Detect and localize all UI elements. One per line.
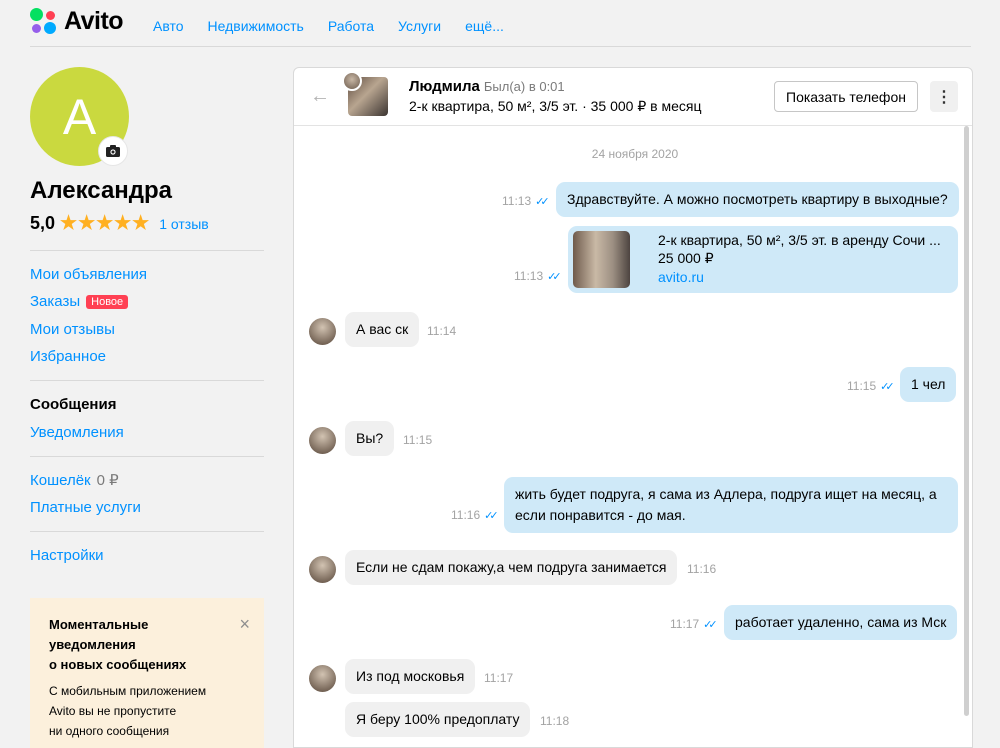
incoming-message[interactable]: Если не сдам покажу,а чем подруга занима… [345, 550, 678, 585]
message-line: если понравится - до мая. [515, 507, 686, 523]
incoming-message[interactable]: Вы? [345, 421, 395, 456]
logo-text: Avito [64, 7, 124, 35]
reviews-link[interactable]: 1 отзыв [159, 216, 209, 232]
nav-services[interactable]: Услуги [398, 18, 441, 34]
time-text: 11:13 [514, 269, 544, 283]
menu-my-reviews[interactable]: Мои отзывы [30, 321, 115, 338]
peer-avatar [309, 556, 336, 583]
listing-card-title: 2-к квартира, 50 м², 3/5 эт. в аренду Со… [658, 232, 941, 248]
chat-header: ← Людмила Был(а) в 0:01 2-к квартира, 50 … [294, 68, 972, 126]
divider [30, 456, 264, 457]
listing-card-link[interactable]: avito.ru [658, 269, 704, 285]
app-promo-banner: Моментальные уведомления о новых сообщен… [30, 598, 264, 748]
read-check-icon: ✓✓ [703, 619, 718, 631]
promo-text-line: ни одного сообщения [49, 724, 170, 738]
listing-summary[interactable]: 2-к квартира, 50 м², 3/5 эт. · 35 000 ₽ … [409, 98, 701, 115]
time-text: 11:15 [847, 379, 877, 393]
more-options-icon[interactable]: ⋮ [930, 81, 958, 112]
nav-realty[interactable]: Недвижимость [208, 18, 304, 34]
seller-avatar [342, 71, 362, 91]
seller-name[interactable]: Людмила [409, 78, 480, 95]
peer-avatar [309, 427, 336, 454]
message-time: 11:15 ✓✓ [847, 379, 895, 393]
chat-date: 24 ноября 2020 [591, 147, 679, 161]
close-icon[interactable]: × [239, 614, 250, 635]
new-badge: Новое [86, 295, 129, 309]
promo-title-line: уведомления [49, 637, 136, 652]
message-time: 11:15 [403, 433, 433, 447]
listing-card-message[interactable]: 2-к квартира, 50 м², 3/5 эт. в аренду Со… [568, 226, 958, 293]
logo-dots-icon [30, 7, 58, 36]
menu-wallet-label: Кошелёк [30, 472, 91, 489]
peer-avatar [309, 318, 336, 345]
profile-name: Александра [30, 177, 173, 204]
read-check-icon: ✓✓ [880, 381, 895, 393]
message-time: 11:13 ✓✓ [502, 194, 550, 208]
back-arrow-icon[interactable]: ← [310, 85, 330, 108]
main-nav: Авто Недвижимость Работа Услуги ещё... [153, 18, 504, 34]
menu-paid-services[interactable]: Платные услуги [30, 499, 141, 516]
peer-avatar [309, 665, 336, 692]
read-check-icon: ✓✓ [547, 271, 562, 283]
promo-text: С мобильным приложением Avito вы не проп… [49, 681, 245, 741]
message-time: 11:18 [540, 714, 570, 728]
promo-text-line: Avito вы не пропустите [49, 704, 177, 718]
promo-text-line: С мобильным приложением [49, 684, 207, 698]
profile-rating: 5,0 ★★★★★ 1 отзыв [30, 212, 209, 235]
message-time: 11:17 [484, 671, 514, 685]
menu-orders[interactable]: Заказы Новое [30, 293, 129, 310]
menu-favorites[interactable]: Избранное [30, 348, 106, 365]
rating-stars-icon: ★★★★★ [60, 213, 151, 234]
message-time: 11:16 [687, 562, 717, 576]
time-text: 11:16 [451, 508, 481, 522]
message-time: 11:17 ✓✓ [670, 617, 718, 631]
incoming-message[interactable]: А вас ск [345, 312, 420, 347]
time-text: 11:17 [670, 617, 700, 631]
camera-icon[interactable] [98, 136, 128, 166]
chat-panel: ← Людмила Был(а) в 0:01 2-к квартира, 50 … [293, 67, 973, 748]
message-time: 11:13 ✓✓ [514, 269, 562, 283]
time-text: 11:13 [502, 194, 532, 208]
message-time: 11:16 ✓✓ [451, 508, 499, 522]
message-line: жить будет подруга, я сама из Адлера, по… [515, 486, 937, 502]
nav-jobs[interactable]: Работа [328, 18, 374, 34]
last-seen: Был(а) в 0:01 [483, 79, 565, 94]
menu-messages[interactable]: Сообщения [30, 396, 116, 413]
divider [30, 250, 264, 251]
chat-scrollbar[interactable] [964, 126, 969, 716]
listing-card-image [573, 231, 630, 288]
top-header: Avito Авто Недвижимость Работа Услуги ещ… [30, 0, 971, 47]
incoming-message[interactable]: Из под московья [345, 659, 476, 694]
wallet-balance: 0 ₽ [96, 472, 119, 489]
listing-card-price: 25 000 ₽ [658, 250, 714, 266]
nav-more[interactable]: ещё... [465, 18, 504, 34]
menu-orders-label: Заказы [30, 293, 81, 310]
divider [30, 380, 264, 381]
menu-my-ads[interactable]: Мои объявления [30, 266, 147, 283]
divider [30, 531, 264, 532]
avito-logo[interactable]: Avito [30, 7, 124, 36]
outgoing-message[interactable]: жить будет подруга, я сама из Адлера, по… [504, 477, 958, 533]
menu-notifications[interactable]: Уведомления [30, 424, 124, 441]
outgoing-message[interactable]: работает удаленно, сама из Мск [724, 605, 958, 640]
nav-auto[interactable]: Авто [153, 18, 184, 34]
incoming-message[interactable]: Я беру 100% предоплату [345, 702, 531, 737]
show-phone-button[interactable]: Показать телефон [774, 81, 918, 112]
menu-settings[interactable]: Настройки [30, 547, 104, 564]
read-check-icon: ✓✓ [535, 196, 550, 208]
menu-wallet[interactable]: Кошелёк 0 ₽ [30, 471, 119, 489]
promo-title: Моментальные уведомления о новых сообщен… [49, 615, 245, 675]
promo-title-line: о новых сообщениях [49, 657, 187, 672]
outgoing-message[interactable]: 1 чел [900, 367, 957, 402]
promo-title-line: Моментальные [49, 617, 149, 632]
read-check-icon: ✓✓ [484, 510, 499, 522]
seller-name-line: Людмила Был(а) в 0:01 [409, 78, 565, 95]
message-time: 11:14 [427, 324, 457, 338]
outgoing-message[interactable]: Здравствуйте. А можно посмотреть квартир… [556, 182, 959, 217]
rating-value: 5,0 [30, 213, 56, 233]
